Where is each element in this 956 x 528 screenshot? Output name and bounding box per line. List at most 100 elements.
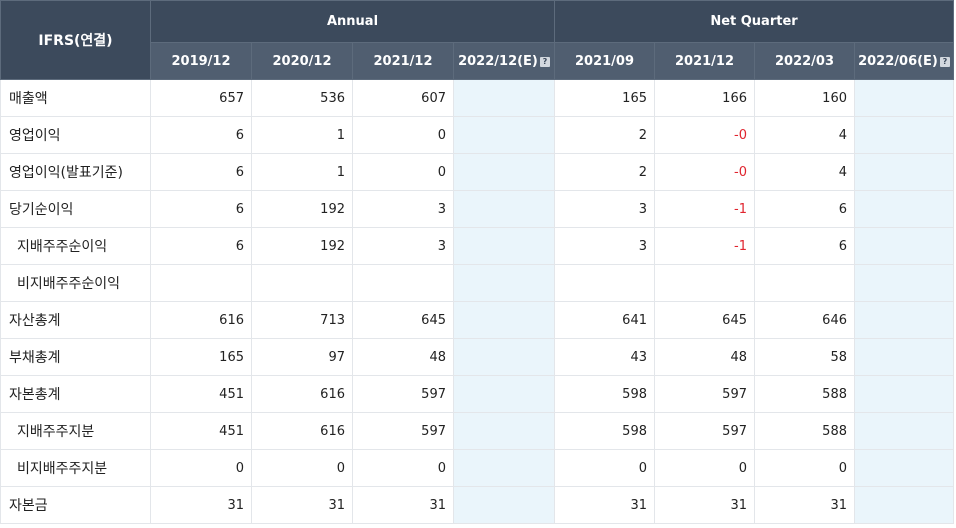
help-icon[interactable]: ? bbox=[939, 56, 950, 67]
table-row: 지배주주순이익 6 192 3 3 -1 6 bbox=[0, 227, 954, 265]
table-cell bbox=[150, 264, 252, 302]
table-cell: 598 bbox=[554, 412, 655, 450]
table-cell: 166 bbox=[654, 79, 755, 117]
table-row: 지배주주지분 451 616 597 598 597 588 bbox=[0, 412, 954, 450]
table-cell: 3 bbox=[554, 227, 655, 265]
table-cell bbox=[754, 264, 855, 302]
table-row: 자본금 31 31 31 31 31 31 bbox=[0, 486, 954, 524]
row-label: 자산총계 bbox=[0, 301, 151, 339]
table-cell: 616 bbox=[251, 375, 353, 413]
financial-table: IFRS(연결) Annual Net Quarter 2019/12 2020… bbox=[0, 0, 954, 524]
table-cell: 4 bbox=[754, 116, 855, 154]
table-row: 자본총계 451 616 597 598 597 588 bbox=[0, 375, 954, 413]
table-cell: 48 bbox=[352, 338, 454, 376]
table-cell: 0 bbox=[352, 449, 454, 487]
period-header: 2020/12 bbox=[251, 42, 353, 80]
table-row: 영업이익 6 1 0 2 -0 4 bbox=[0, 116, 954, 154]
table-cell bbox=[854, 264, 954, 302]
period-header: 2021/12 bbox=[352, 42, 454, 80]
table-cell: 6 bbox=[150, 153, 252, 191]
table-row: 당기순이익 6 192 3 3 -1 6 bbox=[0, 190, 954, 228]
table-cell: 31 bbox=[150, 486, 252, 524]
table-cell bbox=[854, 301, 954, 339]
table-cell bbox=[453, 79, 555, 117]
table-row: 부채총계 165 97 48 43 48 58 bbox=[0, 338, 954, 376]
table-cell bbox=[854, 449, 954, 487]
table-cell bbox=[854, 153, 954, 191]
table-cell bbox=[453, 153, 555, 191]
table-cell: 31 bbox=[554, 486, 655, 524]
table-row: 매출액 657 536 607 165 166 160 bbox=[0, 79, 954, 117]
table-cell bbox=[554, 264, 655, 302]
table-cell: 6 bbox=[150, 227, 252, 265]
table-cell: 616 bbox=[251, 412, 353, 450]
table-cell: 607 bbox=[352, 79, 454, 117]
period-header-estimate: 2022/12(E)? bbox=[453, 42, 555, 80]
row-label: 자본금 bbox=[0, 486, 151, 524]
table-cell bbox=[453, 116, 555, 154]
table-cell bbox=[854, 486, 954, 524]
table-cell: 645 bbox=[654, 301, 755, 339]
corner-header: IFRS(연결) bbox=[0, 0, 151, 80]
table-cell: -0 bbox=[654, 116, 755, 154]
table-cell: 2 bbox=[554, 153, 655, 191]
table-cell: 3 bbox=[352, 227, 454, 265]
row-label: 영업이익 bbox=[0, 116, 151, 154]
table-cell: 598 bbox=[554, 375, 655, 413]
table-cell: 641 bbox=[554, 301, 655, 339]
table-cell bbox=[854, 116, 954, 154]
period-header-estimate: 2022/06(E)? bbox=[854, 42, 954, 80]
table-cell: -1 bbox=[654, 190, 755, 228]
table-cell: 588 bbox=[754, 412, 855, 450]
table-cell: 165 bbox=[554, 79, 655, 117]
quarter-group-header: Net Quarter bbox=[554, 0, 954, 43]
row-label: 당기순이익 bbox=[0, 190, 151, 228]
table-cell: 48 bbox=[654, 338, 755, 376]
table-cell: 597 bbox=[654, 375, 755, 413]
table-cell bbox=[854, 338, 954, 376]
table-cell: 1 bbox=[251, 116, 353, 154]
period-header: 2021/09 bbox=[554, 42, 655, 80]
table-cell: 0 bbox=[352, 153, 454, 191]
table-row: 비지배주주순이익 bbox=[0, 264, 954, 302]
table-cell: 1 bbox=[251, 153, 353, 191]
period-header: 2021/12 bbox=[654, 42, 755, 80]
table-cell: 192 bbox=[251, 190, 353, 228]
table-cell: -1 bbox=[654, 227, 755, 265]
table-cell: 31 bbox=[654, 486, 755, 524]
row-label: 비지배주주순이익 bbox=[0, 264, 151, 302]
table-cell bbox=[453, 227, 555, 265]
table-cell: 451 bbox=[150, 375, 252, 413]
table-cell: 536 bbox=[251, 79, 353, 117]
table-cell bbox=[854, 412, 954, 450]
table-row: 영업이익(발표기준) 6 1 0 2 -0 4 bbox=[0, 153, 954, 191]
table-cell: 597 bbox=[352, 412, 454, 450]
table-cell: 0 bbox=[150, 449, 252, 487]
table-cell: 6 bbox=[150, 116, 252, 154]
table-cell: 616 bbox=[150, 301, 252, 339]
table-cell bbox=[251, 264, 353, 302]
table-cell bbox=[854, 190, 954, 228]
table-row: 비지배주주지분 0 0 0 0 0 0 bbox=[0, 449, 954, 487]
table-cell bbox=[453, 449, 555, 487]
table-cell: 31 bbox=[352, 486, 454, 524]
table-cell bbox=[453, 338, 555, 376]
table-cell: 43 bbox=[554, 338, 655, 376]
table-cell: 597 bbox=[654, 412, 755, 450]
table-cell bbox=[854, 79, 954, 117]
table-cell bbox=[453, 264, 555, 302]
help-icon[interactable]: ? bbox=[539, 56, 550, 67]
table-cell bbox=[453, 412, 555, 450]
table-cell: 97 bbox=[251, 338, 353, 376]
table-body: 매출액 657 536 607 165 166 160 영업이익 6 1 0 2 -0 4 영업이익(발표기… bbox=[0, 79, 954, 524]
table-cell bbox=[854, 227, 954, 265]
table-row: 자산총계 616 713 645 641 645 646 bbox=[0, 301, 954, 339]
table-cell: 0 bbox=[251, 449, 353, 487]
annual-group-header: Annual bbox=[150, 0, 555, 43]
table-cell: 165 bbox=[150, 338, 252, 376]
table-cell: 58 bbox=[754, 338, 855, 376]
table-cell bbox=[654, 264, 755, 302]
table-cell: 597 bbox=[352, 375, 454, 413]
table-cell: 0 bbox=[554, 449, 655, 487]
table-cell: 0 bbox=[654, 449, 755, 487]
